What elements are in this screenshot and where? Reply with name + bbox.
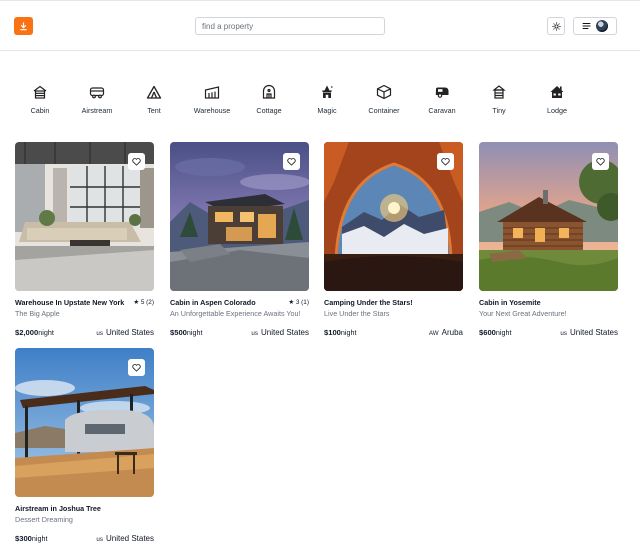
category-label: Caravan	[428, 106, 456, 115]
lodge-icon	[550, 86, 564, 98]
listing-rating: ★ 3 (1)	[288, 299, 309, 306]
logo-button[interactable]	[14, 17, 33, 35]
listing-card[interactable]: Camping Under the Stars! Live Under the …	[324, 142, 463, 340]
listing-photo	[15, 142, 154, 291]
listing-price: $600night	[479, 328, 512, 337]
category-container[interactable]: Container	[356, 84, 412, 120]
listing-photo	[15, 348, 154, 497]
listing-card[interactable]: Cabin in Aspen Colorado ★ 3 (1) An Unfor…	[170, 142, 309, 340]
category-label: Tiny	[492, 106, 506, 115]
listing-country: AW Aruba	[428, 328, 463, 337]
tiny-icon	[492, 85, 506, 99]
container-icon	[376, 84, 392, 100]
listing-card[interactable]: Airstream in Joshua Tree Dessert Dreamin…	[15, 348, 154, 546]
listing-price: $100night	[324, 328, 357, 337]
user-menu-button[interactable]	[573, 17, 617, 35]
cabin-icon	[33, 85, 47, 99]
listing-title: Camping Under the Stars!	[324, 297, 413, 307]
favorite-button[interactable]	[592, 153, 609, 170]
listing-photo	[324, 142, 463, 291]
category-warehouse[interactable]: Warehouse	[184, 84, 240, 120]
category-magic[interactable]: Magic	[299, 84, 355, 120]
listing-price: $500night	[170, 328, 203, 337]
listing-subtitle: Dessert Dreaming	[15, 515, 73, 524]
logo-icon	[20, 21, 27, 30]
listing-title: Airstream in Joshua Tree	[15, 503, 101, 513]
listing-card[interactable]: Warehouse In Upstate New York ★ 5 (2) Th…	[15, 142, 154, 340]
category-label: Airstream	[81, 106, 113, 115]
heart-icon	[132, 157, 141, 166]
category-lodge[interactable]: Lodge	[529, 84, 585, 120]
listing-photo	[170, 142, 309, 291]
heart-icon	[287, 157, 296, 166]
listing-photo	[479, 142, 618, 291]
airstream-icon	[89, 87, 105, 99]
sun-icon	[551, 21, 561, 31]
favorite-button[interactable]	[128, 153, 145, 170]
magic-icon	[322, 85, 333, 98]
category-cabin[interactable]: Cabin	[12, 84, 68, 120]
listing-country: us United States	[96, 534, 154, 543]
favorite-button[interactable]	[437, 153, 454, 170]
listing-rating: ★ 5 (2)	[133, 299, 154, 306]
navbar	[0, 0, 640, 51]
listing-subtitle: Your Next Great Adventure!	[479, 309, 567, 318]
heart-icon	[132, 363, 141, 372]
tent-icon	[146, 85, 162, 99]
listing-title: Cabin in Yosemite	[479, 297, 541, 307]
avatar	[596, 20, 609, 32]
category-tent[interactable]: Tent	[126, 84, 182, 120]
listing-country: us United States	[251, 328, 309, 337]
listing-price: $300night	[15, 534, 48, 543]
listing-price: $2,000night	[15, 328, 54, 337]
category-label: Cabin	[30, 106, 50, 115]
category-tiny[interactable]: Tiny	[471, 84, 527, 120]
listing-title: Cabin in Aspen Colorado	[170, 297, 256, 307]
favorite-button[interactable]	[283, 153, 300, 170]
category-caravan[interactable]: Caravan	[414, 84, 470, 120]
cottage-icon	[262, 84, 276, 99]
category-bar: Cabin Airstream Tent Warehouse Cottage M…	[0, 84, 640, 120]
category-label: Cottage	[256, 106, 282, 115]
listing-subtitle: An Unforgettable Experience Awaits You!	[170, 309, 301, 318]
category-airstream[interactable]: Airstream	[69, 84, 125, 120]
category-cottage[interactable]: Cottage	[241, 84, 297, 120]
category-label: Warehouse	[193, 106, 231, 115]
category-label: Tent	[147, 106, 161, 115]
warehouse-icon	[204, 86, 220, 99]
listing-title: Warehouse In Upstate New York	[15, 297, 125, 307]
heart-icon	[596, 157, 605, 166]
listing-subtitle: The Big Apple	[15, 309, 60, 318]
caravan-icon	[435, 87, 449, 98]
category-label: Magic	[317, 106, 337, 115]
listing-card[interactable]: Cabin in Yosemite Your Next Great Advent…	[479, 142, 618, 340]
heart-icon	[441, 157, 450, 166]
category-label: Lodge	[547, 106, 567, 115]
favorite-button[interactable]	[128, 359, 145, 376]
listing-country: us United States	[96, 328, 154, 337]
listing-subtitle: Live Under the Stars	[324, 309, 390, 318]
theme-toggle-button[interactable]	[547, 17, 565, 35]
category-label: Container	[368, 106, 400, 115]
search-input[interactable]	[195, 17, 385, 35]
menu-icon	[582, 23, 591, 29]
listing-country: us United States	[560, 328, 618, 337]
